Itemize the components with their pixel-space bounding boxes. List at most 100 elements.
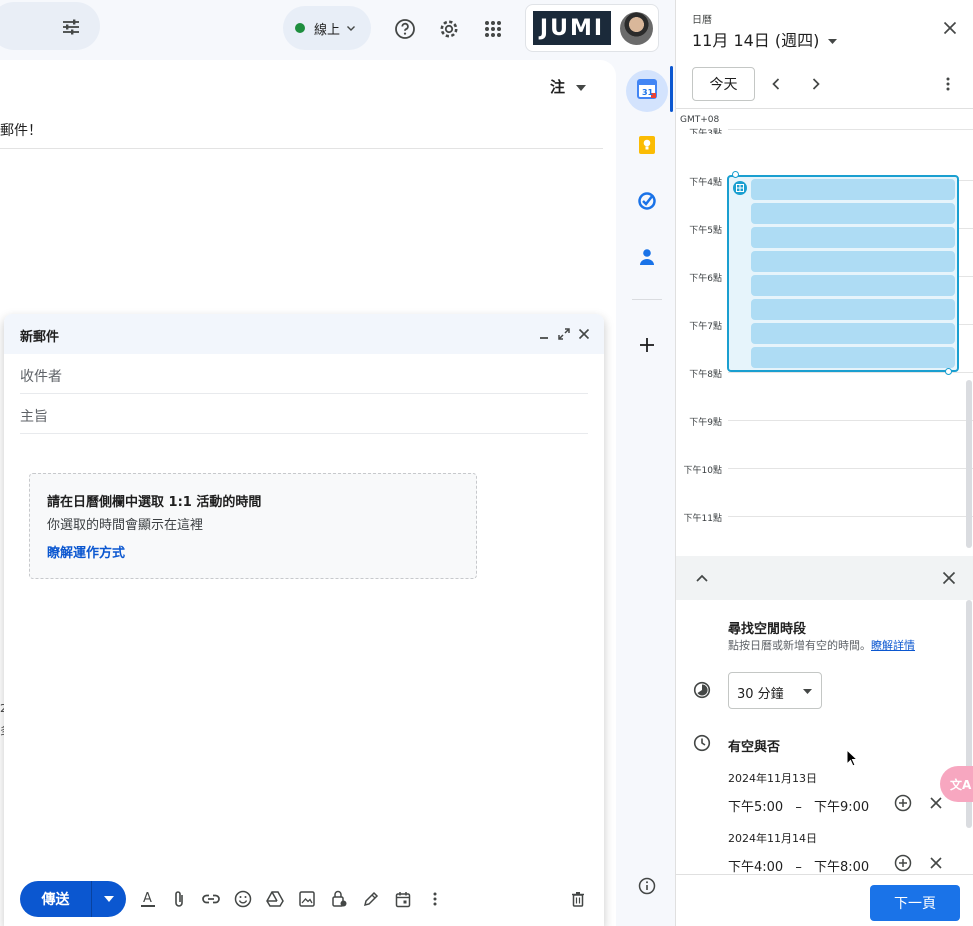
range-start[interactable]: 下午5:00 xyxy=(728,800,783,815)
subject-field[interactable]: 主旨 xyxy=(20,394,588,434)
apps-icon[interactable] xyxy=(480,16,506,42)
compose-header[interactable]: 新郵件 xyxy=(4,314,604,354)
hour-label: 下午11點 xyxy=(683,514,722,524)
chevron-down-icon xyxy=(346,23,356,33)
hour-label: 下午6點 xyxy=(689,274,722,284)
minimize-icon[interactable] xyxy=(536,326,552,342)
signature-icon[interactable] xyxy=(360,887,382,911)
status-chip[interactable]: 線上 xyxy=(283,6,371,50)
discard-draft-icon[interactable] xyxy=(567,887,589,911)
time-slot[interactable] xyxy=(751,179,955,200)
card-title: 請在日曆側欄中選取 1:1 活動的時間 xyxy=(47,495,262,510)
send-button[interactable]: 傳送 xyxy=(20,881,92,917)
find-time-header xyxy=(676,556,973,600)
tasks-icon[interactable] xyxy=(637,191,657,211)
keep-icon[interactable] xyxy=(637,135,657,155)
side-panel-strip: 31 xyxy=(620,60,674,926)
today-button[interactable]: 今天 xyxy=(692,67,755,101)
subtitle-text: 點按日曆或新增有空的時間。 xyxy=(728,639,871,652)
availability-title: 有空與否 xyxy=(728,740,781,755)
contacts-icon[interactable] xyxy=(637,247,657,267)
time-slot[interactable] xyxy=(751,275,955,296)
close-icon[interactable] xyxy=(576,326,592,342)
hour-line xyxy=(728,468,973,469)
avatar[interactable] xyxy=(620,12,653,45)
caret-down-icon xyxy=(803,689,812,694)
confidential-mode-icon[interactable] xyxy=(328,887,350,911)
schedule-event-icon[interactable] xyxy=(392,887,414,911)
chevron-up-icon[interactable] xyxy=(692,568,712,588)
learn-how-link[interactable]: 瞭解運作方式 xyxy=(47,542,125,561)
range-separator: – xyxy=(795,860,802,875)
status-label: 線上 xyxy=(314,22,341,38)
range-start[interactable]: 下午4:00 xyxy=(728,860,783,875)
availability-range: 下午4:00 – 下午8:00 xyxy=(728,856,869,875)
resize-handle-bottom[interactable] xyxy=(945,368,952,375)
calendar-app-name: 日曆 xyxy=(692,15,712,26)
search-bar[interactable] xyxy=(0,2,100,50)
time-slot[interactable] xyxy=(751,323,955,344)
range-end[interactable]: 下午9:00 xyxy=(814,800,869,815)
learn-more-link[interactable]: 瞭解詳情 xyxy=(871,639,915,652)
previous-day-icon[interactable] xyxy=(766,74,786,94)
availability-block[interactable] xyxy=(727,175,959,372)
emoji-icon[interactable] xyxy=(232,887,254,911)
settings-icon[interactable] xyxy=(436,16,462,42)
compose-window: 新郵件 收件者 主旨 請在日曆側欄中選取 1:1 活動的時間 你選取的時間會顯示… xyxy=(4,314,604,926)
remove-icon[interactable] xyxy=(926,853,946,873)
duration-select[interactable]: 30 分鐘 xyxy=(728,672,822,709)
close-icon[interactable] xyxy=(939,568,959,588)
drive-icon[interactable] xyxy=(264,887,286,911)
date-selector[interactable]: 11月 14日 (週四) xyxy=(692,27,838,51)
time-slot[interactable] xyxy=(751,227,955,248)
hour-line xyxy=(728,372,973,373)
divider xyxy=(676,108,973,109)
search-options-icon[interactable] xyxy=(58,14,84,40)
attach-icon[interactable] xyxy=(168,887,190,911)
send-options-button[interactable] xyxy=(92,881,126,917)
duration-icon xyxy=(692,680,712,700)
more-options-icon[interactable] xyxy=(424,887,446,911)
range-end[interactable]: 下午8:00 xyxy=(814,860,869,875)
sort-menu[interactable]: 注 xyxy=(550,76,587,97)
formatting-icon[interactable]: A xyxy=(137,887,159,911)
hour-line xyxy=(728,129,973,130)
time-slot[interactable] xyxy=(751,347,955,368)
clock-icon xyxy=(692,733,712,753)
find-time-subtitle: 點按日曆或新增有空的時間。瞭解詳情 xyxy=(728,637,915,653)
add-circle-icon[interactable] xyxy=(893,793,913,813)
hour-label: 下午5點 xyxy=(689,226,722,236)
add-circle-icon[interactable] xyxy=(893,853,913,873)
help-icon[interactable] xyxy=(392,16,418,42)
hour-label: 下午4點 xyxy=(689,178,722,188)
link-icon[interactable] xyxy=(200,887,222,911)
hour-line xyxy=(728,420,973,421)
info-icon[interactable] xyxy=(637,876,657,896)
mail-subject[interactable]: 郵件！ xyxy=(0,120,42,140)
time-slot[interactable] xyxy=(751,203,955,224)
time-slot[interactable] xyxy=(751,299,955,320)
expand-icon[interactable] xyxy=(556,326,572,342)
calendar-app-icon[interactable]: 31 xyxy=(637,79,657,99)
scrollbar[interactable] xyxy=(966,380,972,548)
remove-icon[interactable] xyxy=(926,793,946,813)
availability-date: 2024年11月14日 xyxy=(728,832,817,845)
to-field[interactable]: 收件者 xyxy=(20,354,588,394)
add-icon[interactable] xyxy=(637,335,657,355)
resize-handle-top[interactable] xyxy=(732,171,739,178)
date-label: 11月 14日 (週四) xyxy=(692,31,820,50)
close-panel-icon[interactable] xyxy=(940,18,960,38)
active-bar xyxy=(670,66,673,112)
calendar-panel: 日曆 11月 14日 (週四) 今天 GMT+08 下午3點 下午4點 下午5點… xyxy=(675,0,973,926)
time-slot[interactable] xyxy=(751,251,955,272)
translate-icon[interactable]: 文A xyxy=(940,766,973,802)
next-day-icon[interactable] xyxy=(806,74,826,94)
card-subtitle: 你選取的時間會顯示在這裡 xyxy=(47,518,204,533)
cursor-icon xyxy=(846,749,858,767)
next-button[interactable]: 下一頁 xyxy=(870,885,960,921)
availability-range: 下午5:00 – 下午9:00 xyxy=(728,796,869,815)
more-vert-icon[interactable] xyxy=(938,74,958,94)
image-icon[interactable] xyxy=(296,887,318,911)
compose-title: 新郵件 xyxy=(20,330,60,345)
